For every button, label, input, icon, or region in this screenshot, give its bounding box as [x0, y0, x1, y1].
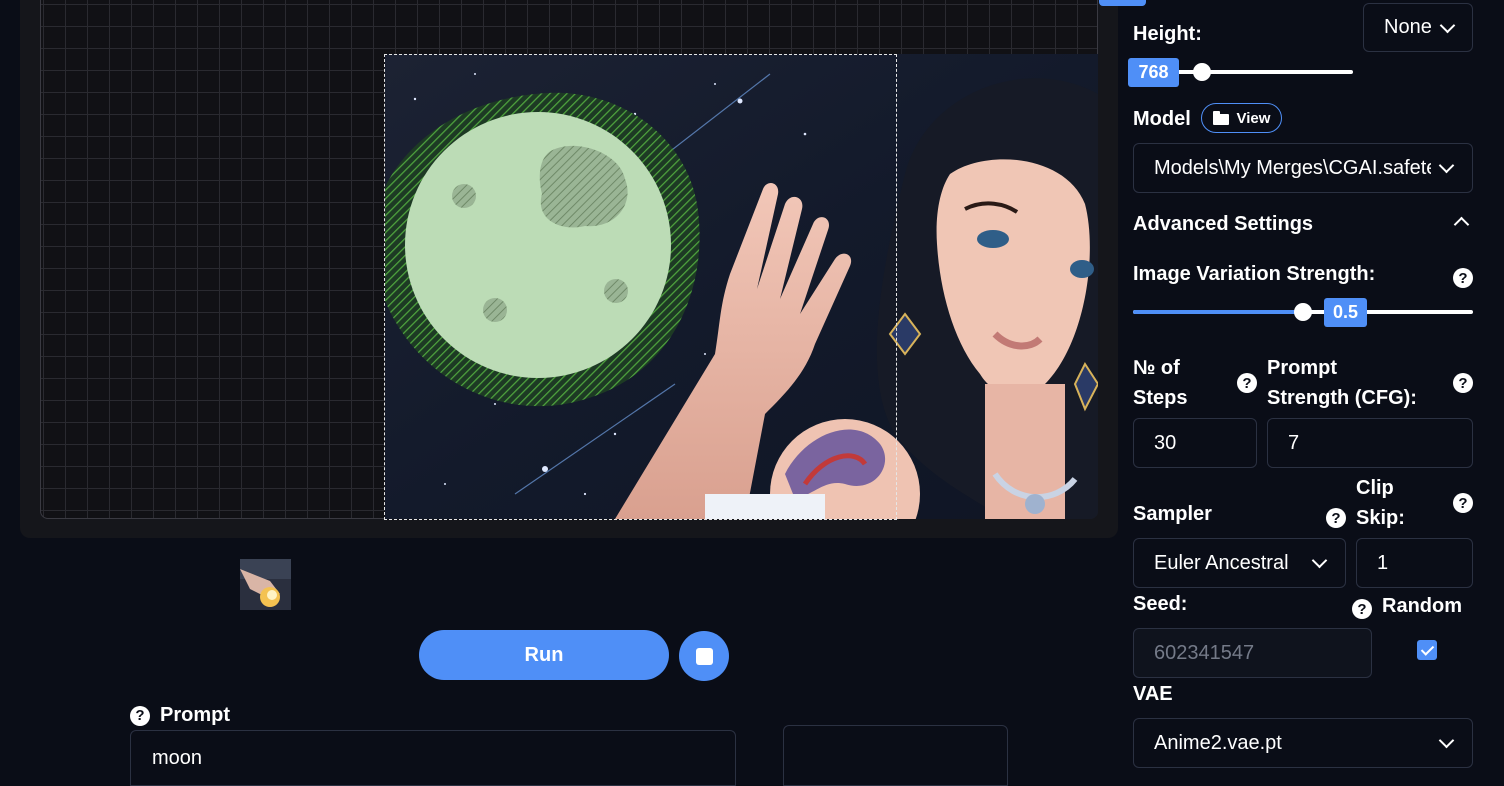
sampler-help-icon[interactable]: ?: [1326, 508, 1346, 528]
result-thumbnail[interactable]: [240, 559, 291, 610]
seed-help-icon[interactable]: ?: [1352, 599, 1372, 619]
height-slider-thumb[interactable]: [1193, 63, 1211, 81]
seed-input[interactable]: 602341547: [1133, 628, 1372, 678]
cfg-label: Prompt Strength (CFG):: [1267, 353, 1417, 413]
sampler-select-value: Euler Ancestral: [1154, 551, 1289, 574]
variation-help-icon[interactable]: ?: [1453, 268, 1473, 288]
folder-icon: [1212, 110, 1229, 125]
variation-slider-fill: [1133, 310, 1303, 314]
vae-select[interactable]: Anime2.vae.pt: [1133, 718, 1473, 768]
steps-help-icon[interactable]: ?: [1237, 373, 1257, 393]
sampler-label: Sampler: [1133, 503, 1212, 525]
chevron-down-icon: [1311, 552, 1328, 569]
cfg-label-line1: Prompt: [1267, 357, 1337, 379]
chevron-up-icon[interactable]: [1453, 216, 1470, 233]
advanced-settings-heading[interactable]: Advanced Settings: [1133, 213, 1313, 236]
seed-label: Seed:: [1133, 593, 1188, 615]
model-select[interactable]: Models\My Merges\CGAI.safetensors: [1133, 143, 1473, 193]
height-label: Height:: [1133, 23, 1202, 45]
thumbnail-image: [240, 559, 291, 610]
clip-label-line1: Clip: [1356, 477, 1394, 499]
width-value-badge: [1099, 0, 1146, 6]
clip-label-line2: Skip:: [1356, 507, 1405, 529]
model-label: Model: [1133, 108, 1191, 130]
stop-square-icon: [695, 647, 713, 665]
negative-prompt-input[interactable]: [783, 725, 1008, 786]
cfg-label-line2: Strength (CFG):: [1267, 387, 1417, 409]
clip-skip-help-icon[interactable]: ?: [1453, 493, 1473, 513]
run-button[interactable]: Run: [419, 630, 669, 680]
random-seed-checkbox[interactable]: [1417, 640, 1437, 660]
clip-skip-label: Clip Skip:: [1356, 473, 1405, 533]
prompt-label-row: ? Prompt: [130, 704, 230, 727]
cfg-input[interactable]: 7: [1267, 418, 1473, 468]
seed-input-placeholder: 602341547: [1154, 641, 1255, 664]
chevron-down-icon: [1438, 732, 1455, 749]
vae-select-value: Anime2.vae.pt: [1154, 731, 1282, 754]
cfg-help-icon[interactable]: ?: [1453, 373, 1473, 393]
sampler-select[interactable]: Euler Ancestral: [1133, 538, 1346, 588]
chevron-down-icon: [1439, 17, 1456, 33]
chevron-down-icon: [1438, 157, 1455, 174]
variation-strength-label: Image Variation Strength:: [1133, 263, 1376, 285]
steps-label: № of Steps: [1133, 353, 1187, 413]
prompt-help-icon[interactable]: ?: [130, 705, 150, 726]
steps-label-line2: Steps: [1133, 387, 1188, 409]
canvas-image[interactable]: [385, 54, 1098, 519]
height-slider[interactable]: 768: [1128, 58, 1353, 87]
resize-select-value: None: [1384, 16, 1432, 38]
variation-strength-slider[interactable]: 0.5: [1133, 298, 1473, 327]
variation-slider-thumb[interactable]: [1294, 303, 1312, 321]
canvas-artwork: [385, 54, 1098, 519]
view-button-label: View: [1236, 109, 1271, 127]
model-select-value: Models\My Merges\CGAI.safetensors: [1154, 156, 1431, 179]
resize-select[interactable]: None: [1363, 3, 1473, 52]
prompt-label: Prompt: [160, 704, 230, 726]
view-models-button[interactable]: View: [1201, 103, 1282, 133]
prompt-input[interactable]: moon: [130, 730, 736, 786]
steps-label-line1: № of: [1133, 357, 1180, 379]
vae-label: VAE: [1133, 683, 1173, 705]
random-label: Random: [1382, 595, 1462, 617]
steps-input[interactable]: 30: [1133, 418, 1257, 468]
clip-skip-input[interactable]: 1: [1356, 538, 1473, 588]
stop-button[interactable]: [679, 631, 729, 681]
height-value-badge: 768: [1128, 58, 1179, 87]
check-icon: [1420, 641, 1434, 656]
variation-value-badge: 0.5: [1324, 298, 1367, 327]
